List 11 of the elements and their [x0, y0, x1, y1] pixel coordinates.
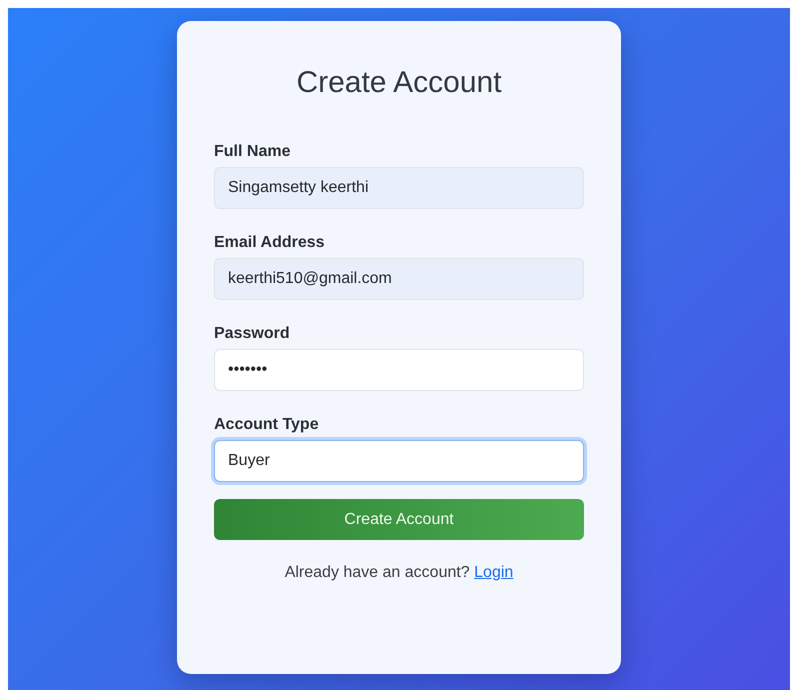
login-prompt: Already have an account? Login [284, 564, 514, 582]
field-label: Full Name [214, 142, 292, 162]
input-field[interactable]: ••••••• [214, 349, 584, 391]
form-title: Create Account [295, 65, 503, 101]
input-field[interactable]: Singamsetty keerthi [214, 167, 584, 209]
input-field[interactable]: keerthi510@gmail.com [214, 258, 584, 300]
field-label: Password [214, 324, 291, 344]
login-link[interactable]: Login [474, 564, 514, 581]
input-field[interactable]: Buyer [214, 440, 584, 482]
field-label: Account Type [214, 415, 320, 435]
field-label: Email Address [214, 233, 326, 253]
